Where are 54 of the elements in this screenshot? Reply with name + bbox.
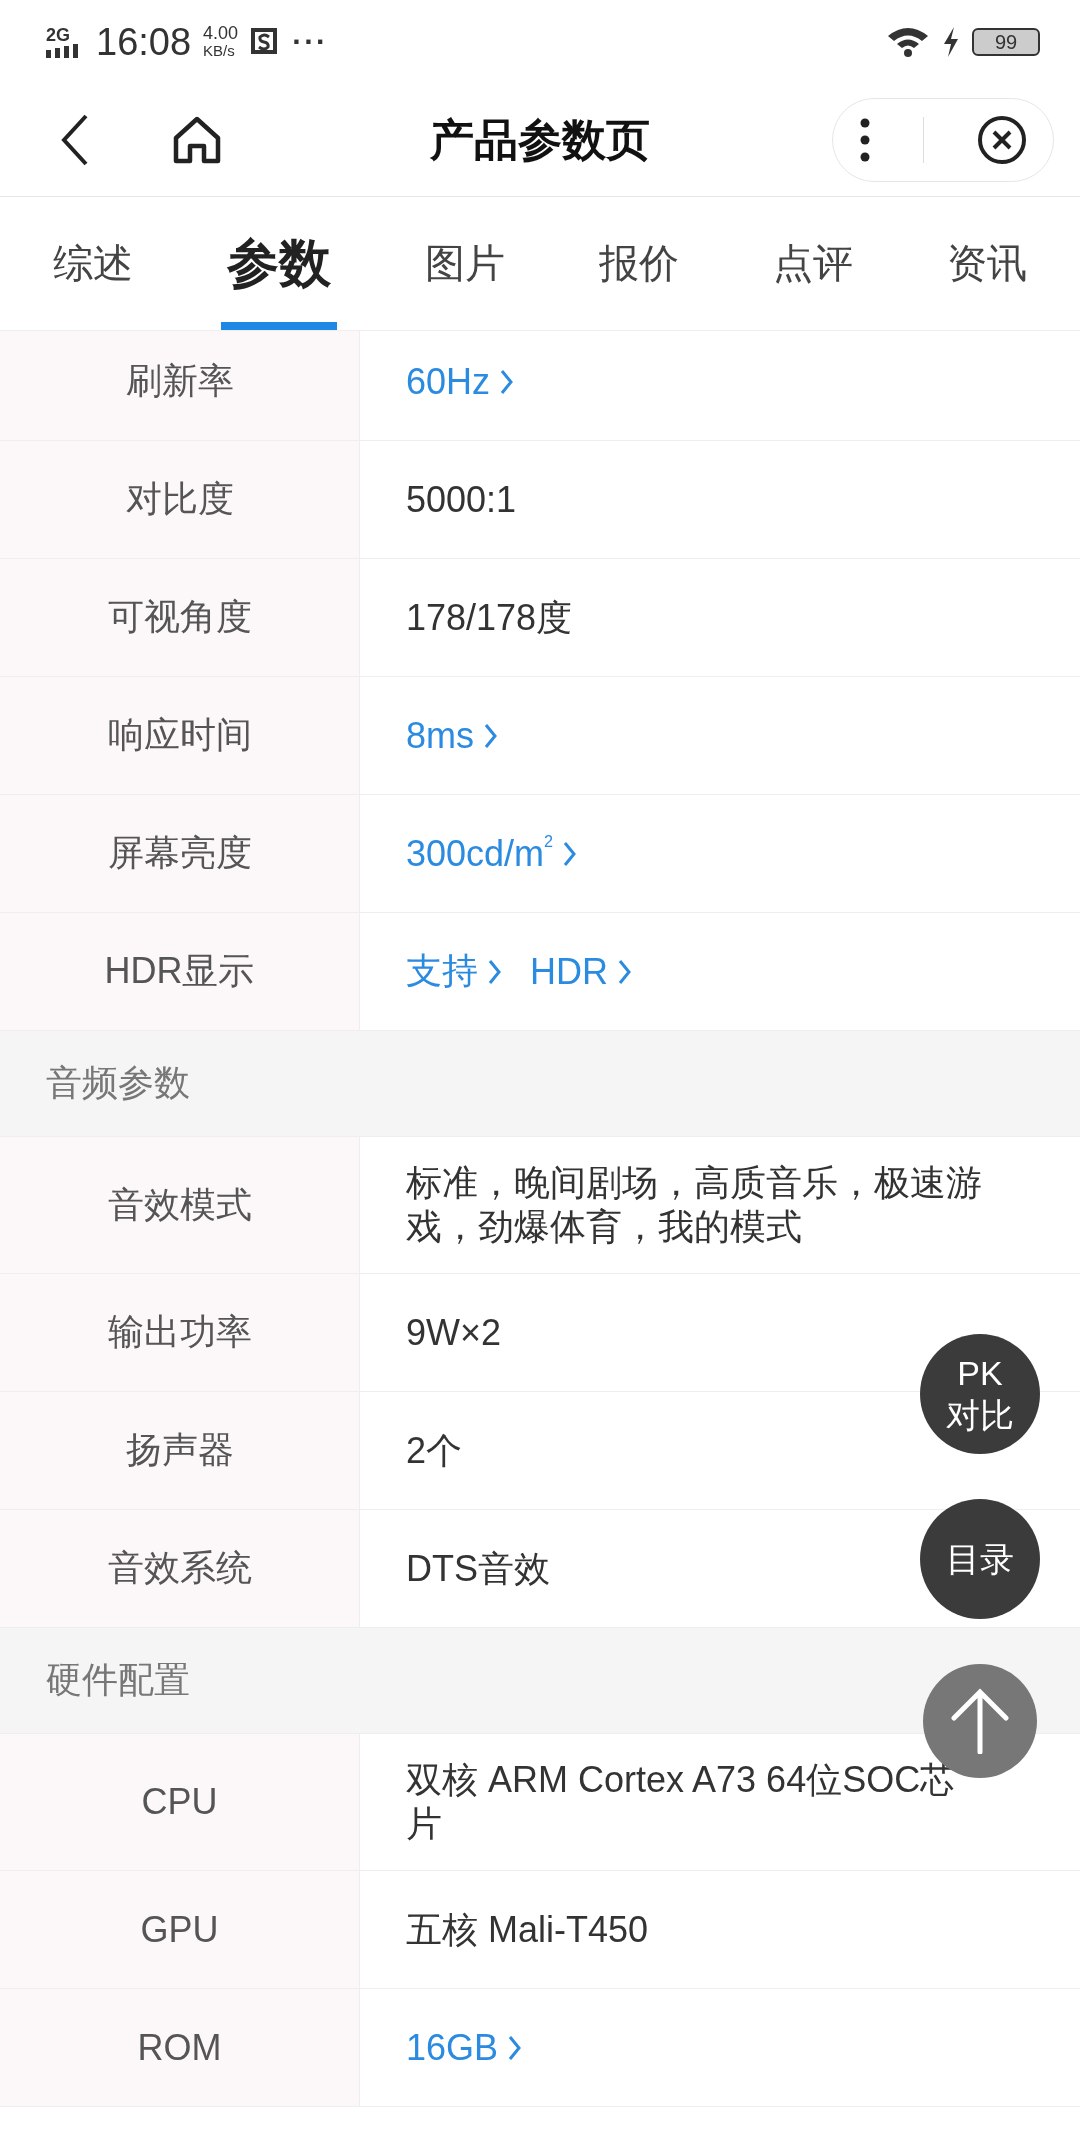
param-label: 对比度 bbox=[0, 441, 360, 558]
param-label: 可视角度 bbox=[0, 559, 360, 676]
chevron-icon bbox=[618, 957, 632, 986]
tab[interactable]: 点评 bbox=[767, 197, 859, 330]
param-value: 2个 bbox=[406, 1428, 463, 1473]
param-link[interactable]: 60Hz bbox=[406, 360, 515, 403]
param-link[interactable]: 300cd/m$^{2}$ bbox=[406, 831, 578, 876]
home-icon[interactable] bbox=[172, 116, 222, 164]
param-label: GPU bbox=[0, 1871, 360, 1988]
param-label: 扬声器 bbox=[0, 1392, 360, 1509]
param-value: DTS音效 bbox=[406, 1546, 550, 1591]
tab[interactable]: 报价 bbox=[593, 197, 685, 330]
param-link[interactable]: 16GB bbox=[406, 2026, 523, 2069]
close-icon[interactable] bbox=[976, 115, 1027, 165]
chevron-icon bbox=[563, 839, 578, 868]
param-label: 响应时间 bbox=[0, 677, 360, 794]
more-notifications: ··· bbox=[292, 25, 329, 59]
param-label: 音效模式 bbox=[0, 1137, 360, 1273]
charging-icon bbox=[942, 27, 960, 57]
tab[interactable]: 资讯 bbox=[941, 197, 1033, 330]
wifi-icon bbox=[886, 26, 930, 58]
chevron-icon bbox=[488, 957, 502, 986]
param-label: CPU bbox=[0, 1734, 360, 1870]
param-link[interactable]: 支持 bbox=[406, 947, 502, 996]
floating-button[interactable]: PK 对比 bbox=[920, 1334, 1040, 1454]
param-value: 9W×2 bbox=[406, 1310, 502, 1355]
chevron-icon bbox=[484, 721, 498, 750]
chevron-icon bbox=[500, 367, 515, 396]
section-header: 硬件配置 bbox=[0, 1628, 1080, 1734]
param-value: 标准，晚间剧场，高质音乐，极速游戏，劲爆体育，我的模式 bbox=[406, 1161, 983, 1249]
param-value: 178/178度 bbox=[406, 595, 573, 640]
speed-unit: KB/s bbox=[203, 42, 236, 59]
param-label: ROM bbox=[0, 1989, 360, 2106]
status-time: 16:08 bbox=[96, 20, 192, 64]
param-value: 五核 Mali-T450 bbox=[406, 1907, 649, 1952]
up-arrow-icon bbox=[950, 1688, 1010, 1754]
section-header: 音频参数 bbox=[0, 1031, 1080, 1137]
back-icon[interactable] bbox=[60, 114, 90, 166]
battery-icon: 99 bbox=[972, 28, 1040, 56]
param-link[interactable]: HDR bbox=[530, 950, 632, 993]
chevron-icon bbox=[508, 2033, 523, 2062]
tab[interactable]: 综述 bbox=[47, 197, 139, 330]
param-link[interactable]: 8ms bbox=[406, 714, 498, 757]
param-label: 刷新率 bbox=[0, 331, 360, 440]
page-title: 产品参数页 bbox=[430, 113, 650, 166]
param-label: 音效系统 bbox=[0, 1510, 360, 1627]
floating-button[interactable]: 目录 bbox=[920, 1499, 1040, 1619]
param-label: 屏幕亮度 bbox=[0, 795, 360, 912]
network-speed: 4.00 bbox=[203, 25, 239, 42]
tab[interactable]: 图片 bbox=[419, 197, 511, 330]
more-icon[interactable] bbox=[859, 118, 872, 162]
param-value: 5000:1 bbox=[406, 477, 517, 522]
param-label: HDR显示 bbox=[0, 913, 360, 1030]
param-label: 输出功率 bbox=[0, 1274, 360, 1391]
